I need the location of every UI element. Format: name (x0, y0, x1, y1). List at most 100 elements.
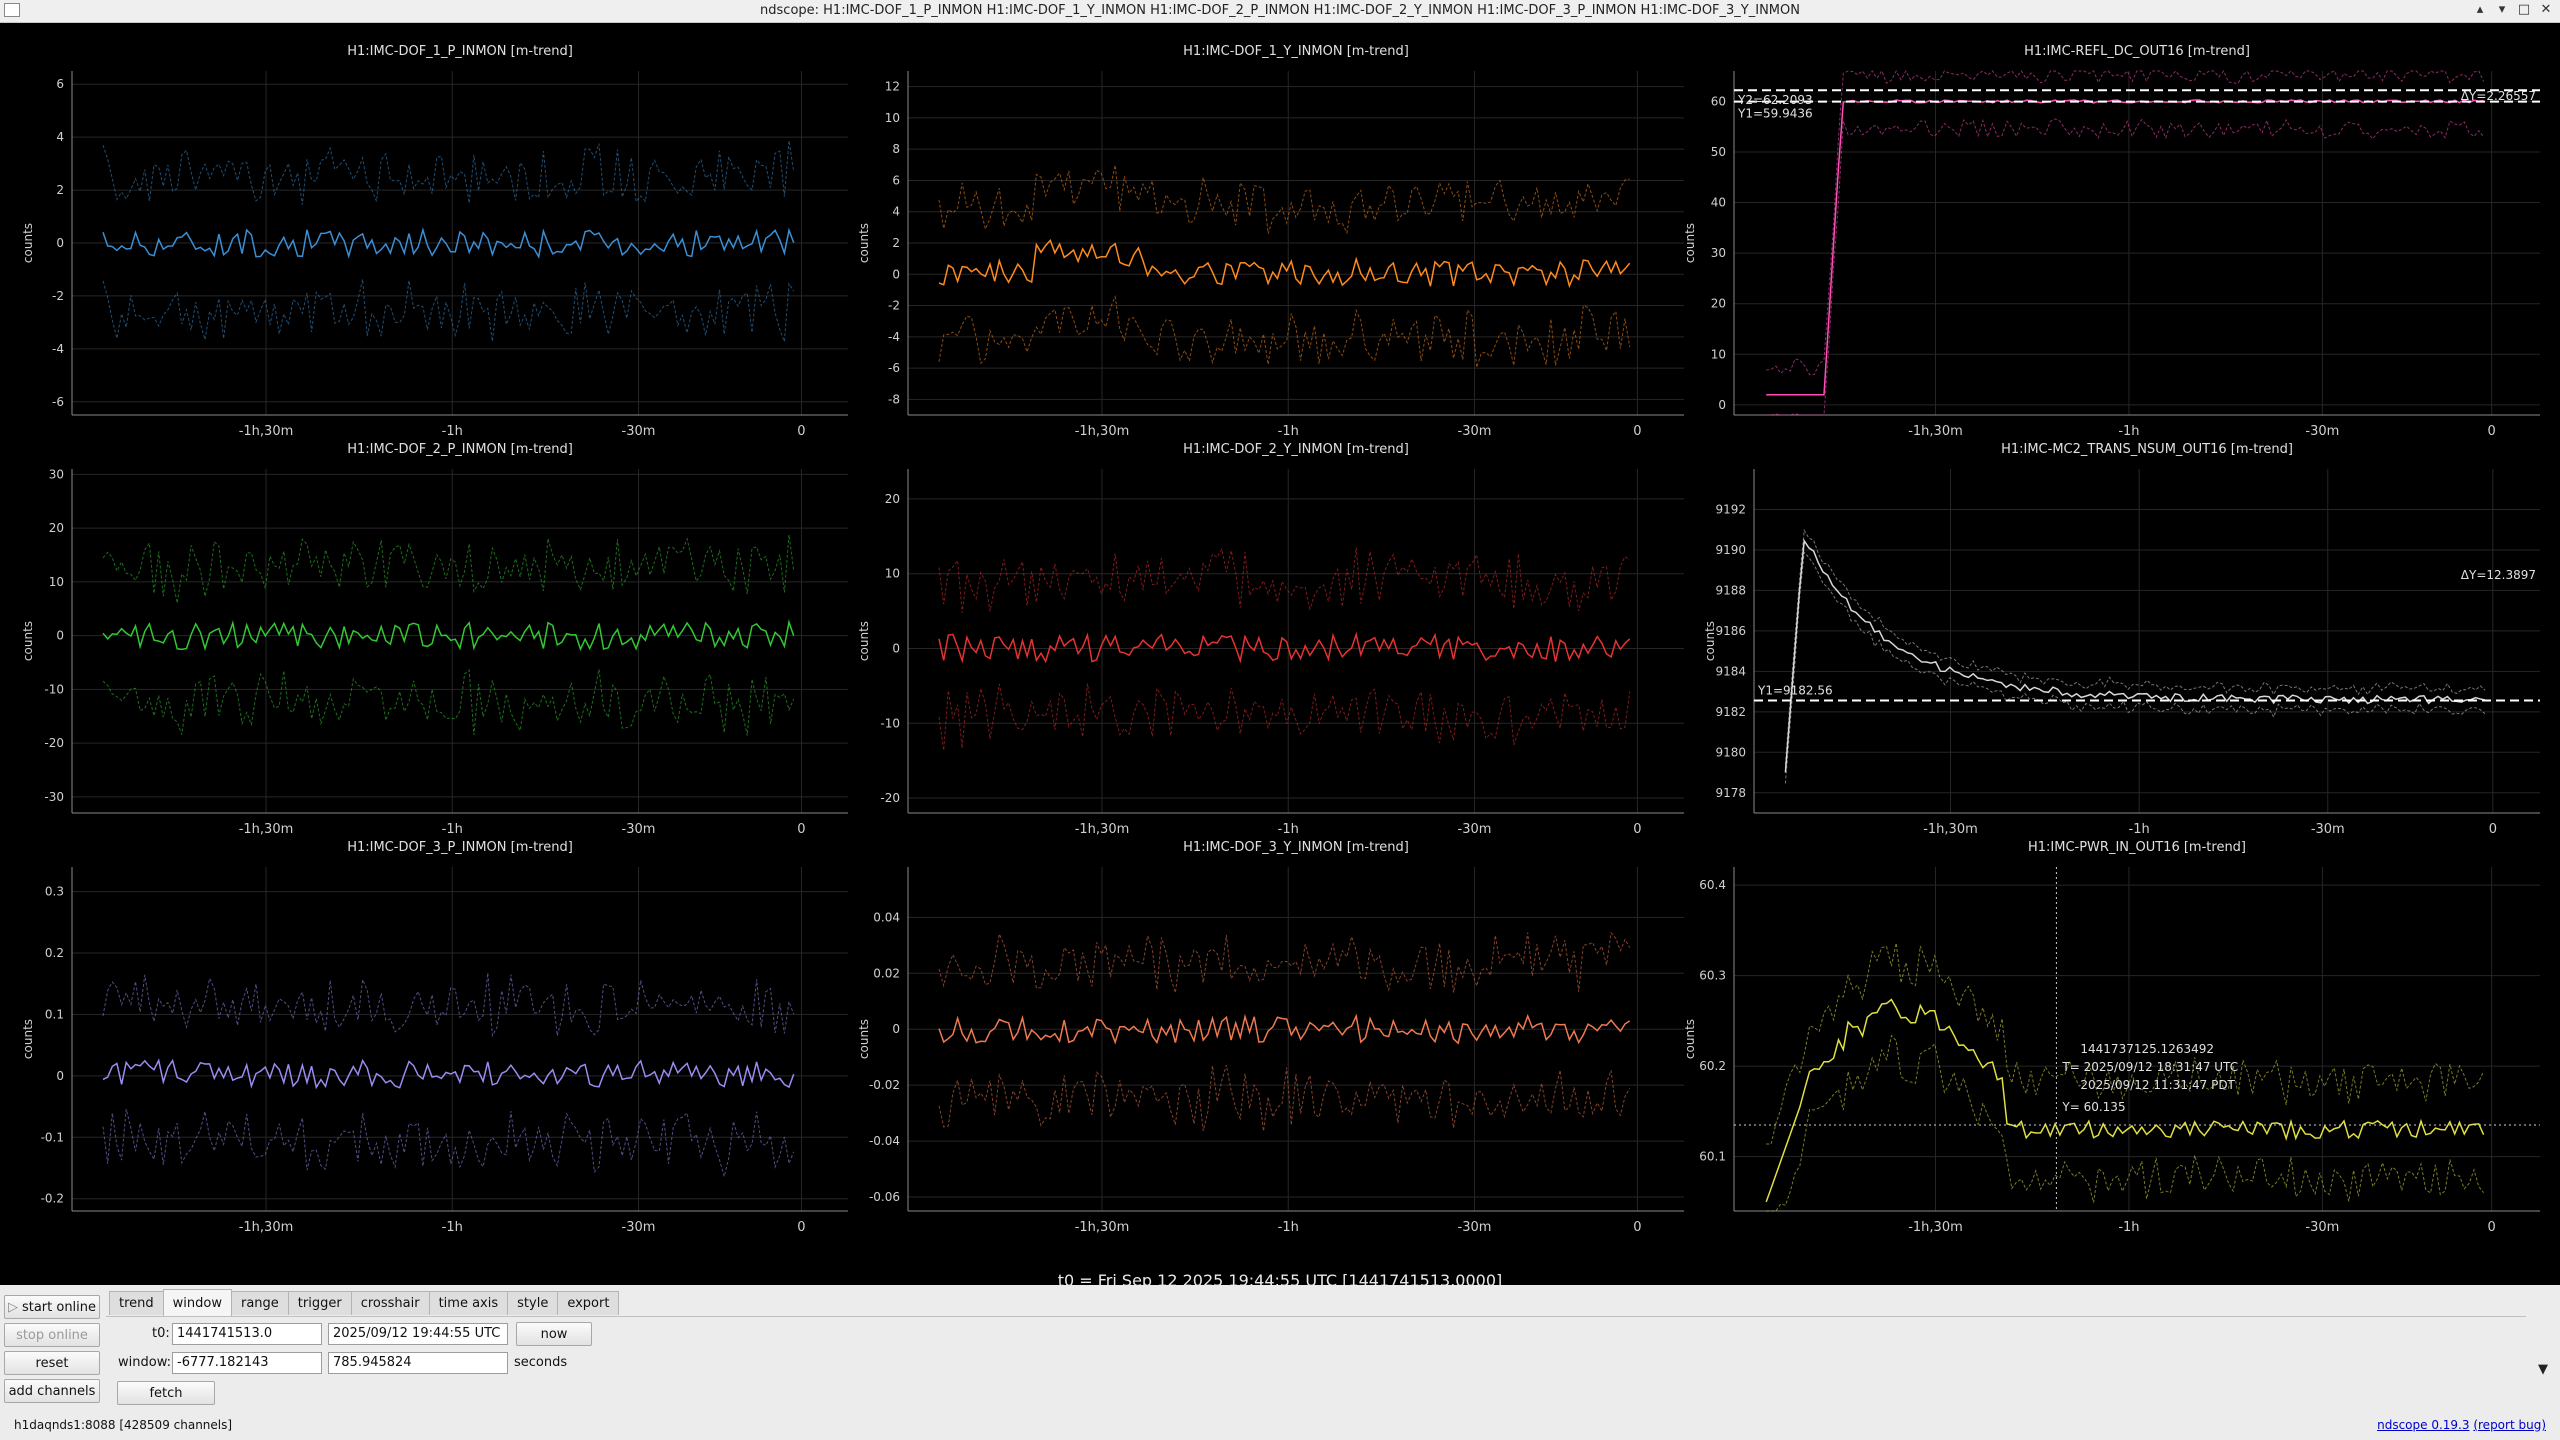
close-icon[interactable]: ✕ (2538, 2, 2554, 17)
trend-max-line (938, 931, 1631, 993)
y-tick-label: 0 (1718, 398, 1726, 412)
y2-cursor-label: Y2=62.2093 (1737, 93, 1813, 107)
y-tick-label: 9178 (1715, 786, 1746, 800)
y-tick-label: 10 (885, 567, 900, 581)
fetch-button[interactable]: fetch (117, 1381, 215, 1405)
crosshair-y-label: Y= 60.135 (2061, 1100, 2125, 1114)
reset-button[interactable]: reset (4, 1351, 100, 1375)
y-tick-label: 60.3 (1699, 969, 1726, 983)
y-axis-label: counts (857, 223, 871, 263)
window-end-input[interactable]: 785.945824 (328, 1352, 508, 1374)
y-tick-label: 50 (1711, 145, 1726, 159)
crosshair-pdt-label: 2025/09/12 11:31:47 PDT (2080, 1078, 2235, 1092)
y-tick-label: -10 (44, 682, 64, 696)
y-tick-label: 9186 (1715, 624, 1746, 638)
y-tick-label: 60.1 (1699, 1150, 1726, 1164)
x-tick-label: -1h (442, 1220, 463, 1235)
trend-min-line (102, 1108, 795, 1179)
plot-title: H1:IMC-DOF_1_P_INMON [m-trend] (347, 44, 573, 59)
y-tick-label: 0 (56, 1069, 64, 1083)
y-tick-label: 2 (892, 236, 900, 250)
x-tick-label: -1h (2129, 822, 2150, 837)
x-tick-label: -30m (1458, 822, 1492, 837)
t0-gps-input[interactable]: 1441741513.0 (172, 1323, 322, 1345)
plot-panel: H1:IMC-DOF_1_Y_INMON [m-trend] -1h,30m -1h… (857, 44, 1684, 439)
plot-title: H1:IMC-DOF_1_Y_INMON [m-trend] (1183, 44, 1409, 59)
maximize-icon[interactable]: □ (2516, 2, 2532, 17)
y-axis-label: counts (857, 621, 871, 661)
start-online-button[interactable]: ▷ start online (4, 1295, 100, 1319)
y-tick-label: 0.04 (873, 910, 900, 924)
stop-online-label: stop online (16, 1327, 88, 1343)
x-tick-label: -1h,30m (239, 1220, 294, 1235)
version-link[interactable]: ndscope 0.19.3 (2377, 1418, 2469, 1432)
x-tick-label: -1h (2118, 424, 2139, 439)
keep-above-icon[interactable]: ▴ (2472, 2, 2488, 17)
y-axis-label: counts (21, 621, 35, 661)
report-bug-link[interactable]: (report bug) (2473, 1418, 2546, 1432)
y-tick-label: -4 (52, 342, 64, 356)
y-axis-label: counts (1683, 223, 1697, 263)
y-tick-label: 20 (885, 492, 900, 506)
trend-min-line (938, 1064, 1631, 1132)
plot-title: H1:IMC-MC2_TRANS_NSUM_OUT16 [m-trend] (2001, 442, 2293, 457)
seconds-label: seconds (514, 1355, 568, 1370)
stop-online-button: stop online (4, 1323, 100, 1347)
tab-trigger[interactable]: trigger (287, 1291, 352, 1315)
trend-min-line (1766, 118, 2484, 416)
tab-window[interactable]: window (162, 1289, 232, 1316)
trend-max-line (102, 972, 795, 1038)
tab-style[interactable]: style (507, 1291, 559, 1315)
x-tick-label: -1h,30m (1908, 424, 1963, 439)
y-tick-label: -6 (888, 361, 900, 375)
t0-date-input[interactable]: 2025/09/12 19:44:55 UTC (328, 1323, 508, 1345)
version-info: ndscope 0.19.3 (report bug) (2377, 1418, 2546, 1432)
tab-trend[interactable]: trend (109, 1291, 164, 1315)
y-tick-label: -0.04 (869, 1134, 900, 1148)
x-tick-label: -1h (2118, 1220, 2139, 1235)
panel-collapse-icon[interactable]: ▼ (2538, 1362, 2548, 1377)
tab-crosshair[interactable]: crosshair (350, 1291, 430, 1315)
trend-mean-line (1766, 99, 2484, 396)
trend-max-line (1784, 528, 2486, 765)
x-tick-label: -1h,30m (239, 822, 294, 837)
y-tick-label: 0 (56, 236, 64, 250)
y-tick-label: -0.2 (41, 1192, 64, 1206)
y-tick-label: -2 (52, 289, 64, 303)
trend-min-line (102, 669, 795, 736)
x-tick-label: 0 (797, 822, 805, 837)
tab-export[interactable]: export (557, 1291, 620, 1315)
trend-min-line (938, 683, 1631, 751)
y-tick-label: 0.3 (45, 885, 64, 899)
control-panel: ▷ start online stop online reset add chan… (0, 1285, 2560, 1440)
y1-cursor-label: Y1=9182.56 (1757, 683, 1833, 697)
y-tick-label: 9184 (1715, 664, 1746, 678)
y-axis-label: counts (1703, 621, 1717, 661)
title-bar: ndscope: H1:IMC-DOF_1_P_INMON H1:IMC-DOF… (0, 0, 2560, 23)
x-tick-label: 0 (1633, 1220, 1641, 1235)
start-online-label: start online (21, 1299, 97, 1315)
plot-panel: H1:IMC-DOF_1_P_INMON [m-trend] -1h,30m -1h… (21, 44, 848, 439)
trend-min-line (1784, 551, 2486, 784)
x-tick-label: -1h,30m (1075, 822, 1130, 837)
minimize-icon[interactable]: ▾ (2494, 2, 2510, 17)
y-axis-label: counts (1683, 1019, 1697, 1059)
plot-title: H1:IMC-PWR_IN_OUT16 [m-trend] (2028, 840, 2246, 855)
now-button[interactable]: now (516, 1322, 592, 1346)
add-channels-button[interactable]: add channels (4, 1379, 100, 1403)
window-field-label: window: (118, 1355, 171, 1370)
tab-range[interactable]: range (230, 1291, 289, 1315)
window-start-input[interactable]: -6777.182143 (172, 1352, 322, 1374)
y-tick-label: 6 (892, 173, 900, 187)
y-tick-label: 2 (56, 183, 64, 197)
tab-bar: trend window range trigger crosshair tim… (109, 1289, 620, 1317)
x-tick-label: 0 (1633, 822, 1641, 837)
window-title: ndscope: H1:IMC-DOF_1_P_INMON H1:IMC-DOF… (760, 3, 1800, 18)
y-tick-label: 40 (1711, 196, 1726, 210)
y-tick-label: 0 (56, 629, 64, 643)
tab-time-axis[interactable]: time axis (428, 1291, 509, 1315)
x-tick-label: 0 (797, 424, 805, 439)
y-tick-label: 12 (885, 80, 900, 94)
y-tick-label: -0.1 (41, 1130, 64, 1144)
y-tick-label: 10 (885, 111, 900, 125)
